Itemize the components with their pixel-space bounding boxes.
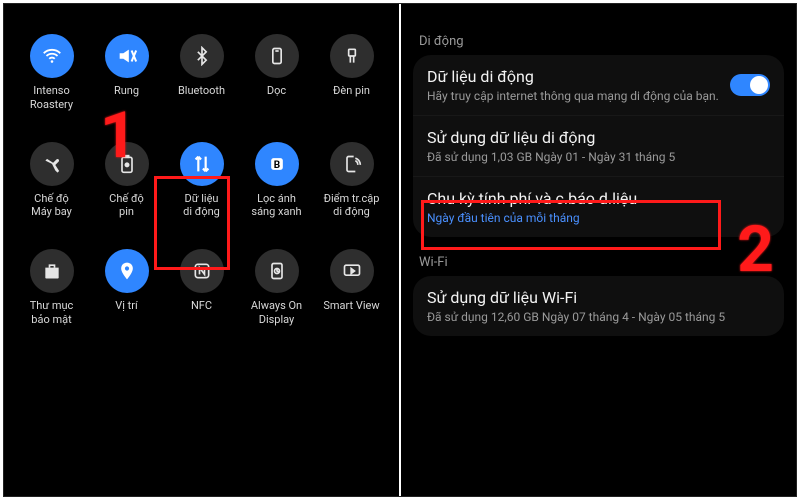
qs-tile-label: NFC <box>191 299 212 313</box>
qs-tile-secure[interactable]: Thư mục bảo mật <box>16 249 87 327</box>
qs-tile-label: Chế độ pin <box>109 192 144 220</box>
row-wifi-usage[interactable]: Sử dụng dữ liệu Wi-Fi Đã sử dụng 12,60 G… <box>413 276 784 336</box>
qs-tile-rotate[interactable]: Dọc <box>241 34 312 112</box>
row-sub: Đã sử dụng 1,03 GB Ngày 01 - Ngày 31 thá… <box>427 150 770 164</box>
toggle-knob <box>750 76 768 94</box>
mobile-card: Dữ liệu di động Hãy truy cập internet th… <box>413 55 784 237</box>
qs-tile-label: Dữ liệu di động <box>183 192 220 220</box>
airplane-icon <box>30 142 74 186</box>
rotate-icon <box>255 34 299 78</box>
qs-tile-label: Rung <box>114 84 139 98</box>
smartview-icon <box>330 249 374 293</box>
qs-tile-battery[interactable]: Chế độ pin <box>91 142 162 220</box>
row-billing-cycle[interactable]: Chu kỳ tính phí và c.báo d.liệu Ngày đầu… <box>413 176 784 237</box>
qs-tile-label: Đèn pin <box>333 84 370 98</box>
bluelight-icon: B <box>255 142 299 186</box>
qs-tile-label: Thư mục bảo mật <box>30 299 74 327</box>
sound-icon <box>105 34 149 78</box>
section-header-wifi: Wi-Fi <box>419 255 778 270</box>
qs-tile-label: Lọc ánh sáng xanh <box>251 192 301 220</box>
row-title: Chu kỳ tính phí và c.báo d.liệu <box>427 189 770 208</box>
data-usage-settings-panel: Di động Dữ liệu di động Hãy truy cập int… <box>401 4 796 496</box>
row-mobile-data[interactable]: Dữ liệu di động Hãy truy cập internet th… <box>413 55 784 115</box>
flash-icon <box>330 34 374 78</box>
qs-tile-label: Smart View <box>323 299 379 313</box>
quick-settings-panel: Intenso Roastery Rung Bluetooth Dọc Đèn pin C… <box>4 4 399 496</box>
qs-tile-sound[interactable]: Rung <box>91 34 162 112</box>
secure-icon <box>30 249 74 293</box>
qs-tile-label: Always On Display <box>251 299 302 327</box>
row-sub: Đã sử dụng 12,60 GB Ngày 07 tháng 4 - Ng… <box>427 310 770 324</box>
qs-tile-flash[interactable]: Đèn pin <box>316 34 387 112</box>
section-header-mobile: Di động <box>419 34 778 49</box>
nfc-icon <box>180 249 224 293</box>
row-sub: Ngày đầu tiên của mỗi tháng <box>427 211 770 225</box>
qs-tile-label: Intenso Roastery <box>30 84 73 112</box>
quick-settings-grid: Intenso Roastery Rung Bluetooth Dọc Đèn pin C… <box>16 34 387 327</box>
aod-icon <box>255 249 299 293</box>
row-sub: Hãy truy cập internet thông qua mạng di … <box>427 89 770 103</box>
qs-tile-data[interactable]: Dữ liệu di động <box>166 142 237 220</box>
qs-tile-airplane[interactable]: Chế độ Máy bay <box>16 142 87 220</box>
qs-tile-label: Vị trí <box>115 299 137 313</box>
qs-tile-nfc[interactable]: NFC <box>166 249 237 327</box>
battery-icon <box>105 142 149 186</box>
location-icon <box>105 249 149 293</box>
qs-tile-label: Chế độ Máy bay <box>31 192 72 220</box>
wifi-icon <box>30 34 74 78</box>
row-mobile-usage[interactable]: Sử dụng dữ liệu di động Đã sử dụng 1,03 … <box>413 115 784 176</box>
qs-tile-smartview[interactable]: Smart View <box>316 249 387 327</box>
qs-tile-location[interactable]: Vị trí <box>91 249 162 327</box>
row-title: Sử dụng dữ liệu Wi-Fi <box>427 288 770 307</box>
hotspot-icon <box>330 142 374 186</box>
qs-tile-label: Dọc <box>267 84 286 98</box>
qs-tile-bluelight[interactable]: B Lọc ánh sáng xanh <box>241 142 312 220</box>
mobile-data-toggle[interactable] <box>730 74 770 96</box>
qs-tile-hotspot[interactable]: Điểm tr.cập di động <box>316 142 387 220</box>
qs-tile-wifi[interactable]: Intenso Roastery <box>16 34 87 112</box>
qs-tile-bluetooth[interactable]: Bluetooth <box>166 34 237 112</box>
row-title: Sử dụng dữ liệu di động <box>427 128 770 147</box>
svg-text:B: B <box>273 160 279 171</box>
qs-tile-aod[interactable]: Always On Display <box>241 249 312 327</box>
qs-tile-label: Bluetooth <box>178 84 225 98</box>
data-icon <box>180 142 224 186</box>
qs-tile-label: Điểm tr.cập di động <box>324 192 380 220</box>
wifi-card: Sử dụng dữ liệu Wi-Fi Đã sử dụng 12,60 G… <box>413 276 784 336</box>
row-title: Dữ liệu di động <box>427 67 770 86</box>
bluetooth-icon <box>180 34 224 78</box>
